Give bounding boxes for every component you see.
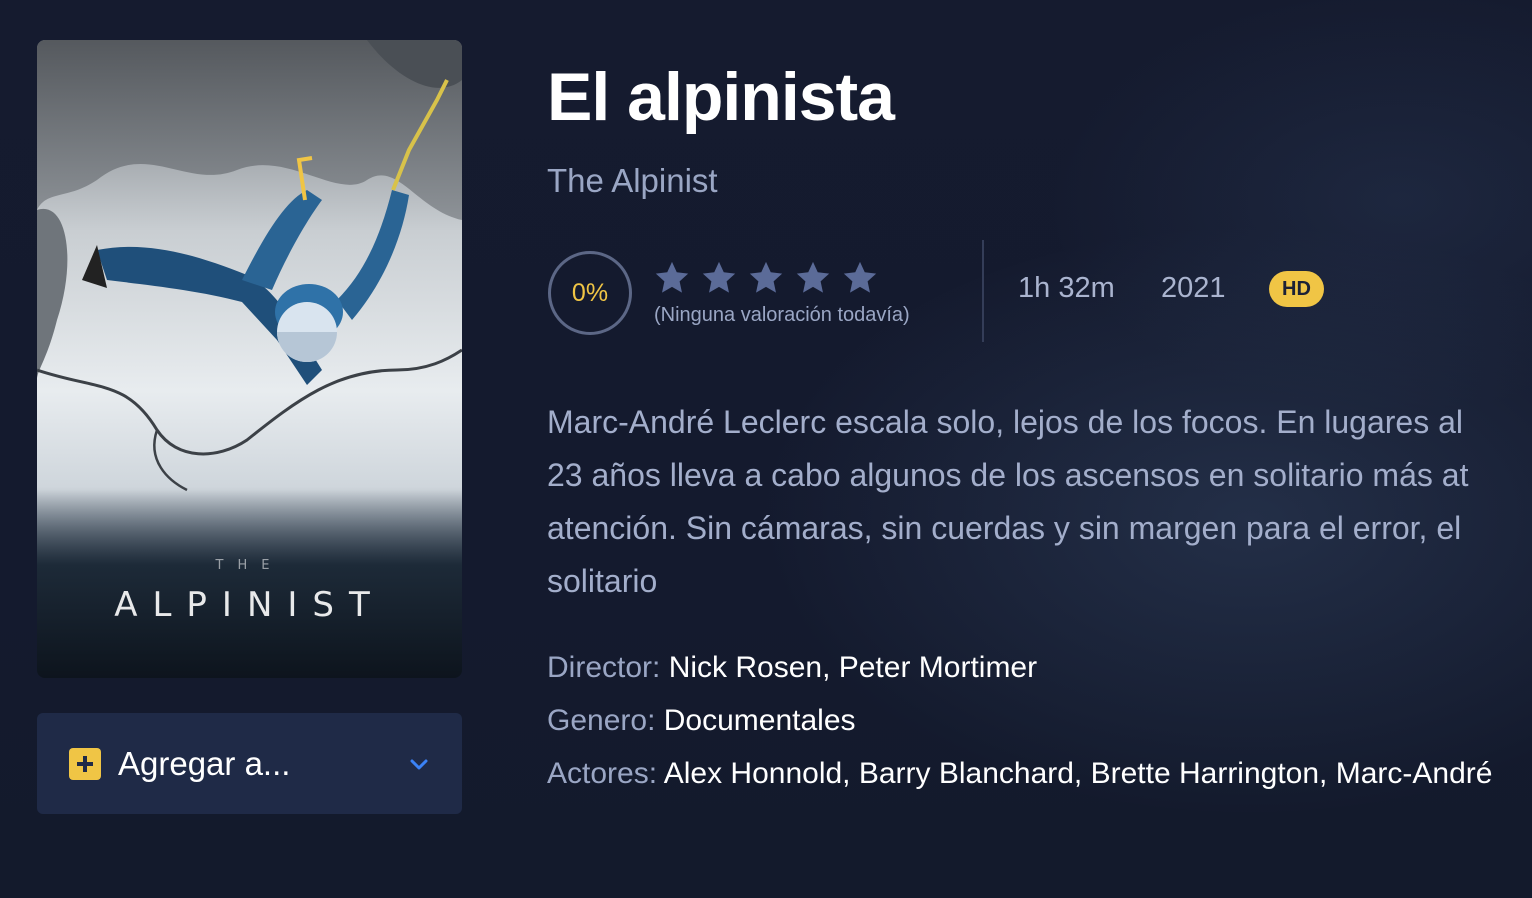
synopsis-line: atención. Sin cámaras, sin cuerdas y sin… — [547, 510, 1462, 546]
movie-detail-page: THE ALPINIST Agregar a... El alpinista T… — [0, 0, 1532, 898]
info-divider — [982, 240, 984, 342]
genre-row: Genero: Documentales — [547, 704, 856, 738]
director-row: Director: Nick Rosen, Peter Mortimer — [547, 651, 1037, 685]
add-to-list-label: Agregar a... — [118, 744, 291, 782]
actors-value[interactable]: Alex Honnold, Barry Blanchard, Brette Ha… — [664, 757, 1493, 790]
no-rating-text: (Ninguna valoración todavía) — [654, 304, 910, 326]
plus-square-icon — [69, 747, 101, 780]
poster-title: ALPINIST — [114, 585, 385, 625]
rating-percent-circle: 0% — [548, 251, 632, 335]
star-rating[interactable] — [653, 259, 879, 297]
director-value[interactable]: Nick Rosen, Peter Mortimer — [669, 651, 1037, 684]
synopsis-line: solitario — [547, 563, 658, 599]
poster-artwork — [37, 40, 462, 678]
movie-title: El alpinista — [547, 59, 895, 135]
poster-subtitle: THE — [215, 558, 284, 573]
star-icon[interactable] — [747, 259, 785, 297]
star-icon[interactable] — [700, 259, 738, 297]
star-icon[interactable] — [841, 259, 879, 297]
actors-label: Actores: — [547, 757, 664, 790]
synopsis-line: Marc-André Leclerc escala solo, lejos de… — [547, 404, 1463, 440]
genre-value[interactable]: Documentales — [664, 704, 856, 737]
add-to-list-button[interactable]: Agregar a... — [37, 713, 462, 814]
genre-label: Genero: — [547, 704, 664, 737]
chevron-down-icon[interactable] — [408, 753, 430, 775]
star-icon[interactable] — [653, 259, 691, 297]
release-year: 2021 — [1161, 272, 1226, 304]
quality-badge: HD — [1269, 271, 1324, 307]
movie-poster[interactable]: THE ALPINIST — [37, 40, 462, 678]
star-icon[interactable] — [794, 259, 832, 297]
duration: 1h 32m — [1018, 272, 1115, 304]
synopsis: Marc-André Leclerc escala solo, lejos de… — [547, 396, 1532, 606]
director-label: Director: — [547, 651, 669, 684]
synopsis-line: 23 años lleva a cabo algunos de los asce… — [547, 457, 1469, 493]
actors-row: Actores: Alex Honnold, Barry Blanchard, … — [547, 757, 1492, 791]
original-title: The Alpinist — [547, 162, 718, 199]
